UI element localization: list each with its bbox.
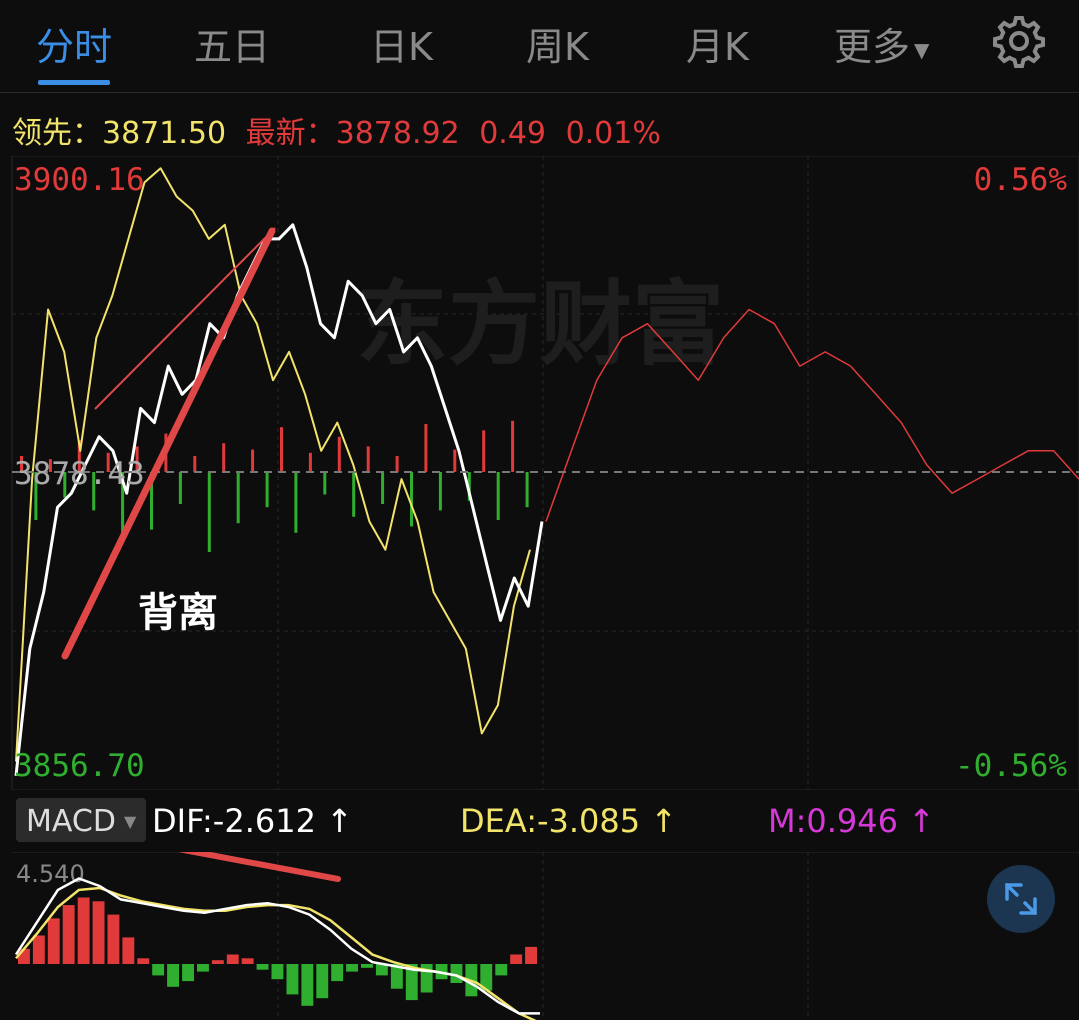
macd-bar (286, 964, 299, 995)
macd-bar (107, 914, 120, 964)
intraday-chart: 东方财富 背离 (11, 156, 1079, 790)
tab-intraday[interactable]: 分时 (36, 16, 112, 71)
tab-daily-k[interactable]: 日K (370, 16, 433, 71)
macd-chart: 4.540 (12, 852, 1079, 1020)
tab-weekly-k[interactable]: 周K (526, 16, 589, 71)
divergence-line-top (94, 227, 276, 410)
volume-bar (482, 430, 486, 472)
dea-value: DEA:-3.085 (460, 802, 641, 840)
price-mid-label: 3878.43 (14, 456, 145, 492)
volume-bar (323, 472, 327, 495)
volume-bar (207, 472, 211, 552)
price-high-label: 3900.16 (14, 162, 145, 198)
dif-value: DIF:-2.612 (152, 802, 316, 840)
lead-value: 3871.50 (102, 116, 227, 151)
watermark: 东方财富 (356, 271, 724, 378)
change-value: 0.49 (479, 116, 547, 151)
quote-info-bar: 领先：3871.50 最新：3878.92 0.49 0.01% (12, 108, 671, 152)
price-low-label: 3856.70 (14, 748, 145, 784)
volume-bar (280, 427, 283, 472)
gear-icon[interactable] (992, 14, 1046, 68)
volume-bar (308, 452, 312, 472)
macd-divergence-line (178, 852, 341, 882)
volume-bar (453, 449, 457, 472)
volume-bar (178, 472, 182, 504)
macd-bar (316, 964, 329, 999)
dif-readout: DIF:-2.612 ↑ (152, 802, 353, 840)
macd-bar (226, 954, 239, 964)
macd-bar (331, 964, 344, 982)
macd-bar (510, 954, 523, 964)
change-pct: 0.01% (565, 116, 661, 151)
lead-label: 领先： (12, 116, 102, 151)
caret-down-icon: ▼ (124, 812, 137, 831)
volume-bar (352, 472, 356, 517)
macd-bar (122, 937, 135, 964)
volume-bar (265, 472, 269, 508)
volume-bar (366, 446, 370, 472)
macd-bar (256, 964, 269, 970)
volume-bar (222, 443, 226, 472)
macd-bar (92, 901, 105, 964)
macd-bar (211, 960, 224, 964)
volume-bar (496, 472, 500, 520)
macd-bar (271, 964, 284, 980)
macd-bar (495, 964, 508, 976)
tab-five-day[interactable]: 五日 (194, 16, 270, 71)
macd-bar (47, 918, 60, 964)
expand-icon (1005, 883, 1037, 915)
macd-bar (152, 964, 165, 976)
tab-more[interactable]: 更多 ▼ (834, 16, 929, 71)
macd-bar (18, 948, 30, 964)
macd-bar (32, 935, 45, 964)
indicator-select[interactable]: MACD ▼ (16, 798, 146, 842)
macd-bar (525, 946, 537, 964)
macd-bar (137, 958, 150, 964)
volume-bar (511, 420, 515, 472)
tab-monthly-k[interactable]: 月K (686, 16, 749, 71)
expand-button[interactable] (987, 865, 1055, 933)
pct-low-label: -0.56% (955, 748, 1067, 784)
arrow-up-icon: ↑ (650, 802, 678, 840)
volume-bar (337, 436, 341, 472)
arrow-up-icon: ↑ (908, 802, 935, 840)
arrow-up-icon: ↑ (326, 802, 353, 840)
macd-bar (182, 964, 194, 982)
latest-value: 3878.92 (335, 116, 460, 151)
macd-bar (301, 964, 314, 1006)
macd-bar (167, 964, 179, 987)
volume-bar (294, 472, 298, 533)
volume-bar (525, 472, 529, 508)
active-tab-indicator (38, 80, 110, 85)
m-readout: M:0.946 ↑ (768, 802, 935, 840)
period-tabs: 分时 五日 日K 周K 月K 更多 ▼ (0, 0, 1079, 93)
macd-bar (62, 905, 75, 964)
volume-bar (424, 424, 428, 472)
pct-high-label: 0.56% (973, 162, 1067, 198)
macd-bar (346, 964, 358, 972)
macd-bar (361, 964, 373, 968)
divergence-annotation: 背离 (138, 590, 218, 636)
macd-bar (77, 897, 90, 964)
macd-bar (241, 958, 254, 964)
volume-bar (381, 472, 385, 504)
volume-bar (410, 472, 413, 527)
tab-more-label: 更多 (834, 25, 911, 69)
chevron-down-icon: ▼ (914, 37, 930, 62)
volume-bar (438, 472, 442, 511)
macd-bar (197, 964, 209, 972)
latest-label: 最新： (245, 116, 336, 151)
volume-bar (236, 472, 240, 524)
indicator-header: MACD ▼ DIF:-2.612 ↑ DEA:-3.085 ↑ M:0.946… (0, 796, 1079, 852)
volume-bar (395, 456, 399, 472)
macd-scale-max: 4.540 (16, 860, 85, 888)
m-value: M:0.946 (768, 802, 898, 840)
volume-bar (251, 449, 255, 472)
volume-bar (193, 456, 197, 472)
dea-readout: DEA:-3.085 ↑ (460, 802, 677, 840)
indicator-select-label: MACD (26, 804, 116, 839)
